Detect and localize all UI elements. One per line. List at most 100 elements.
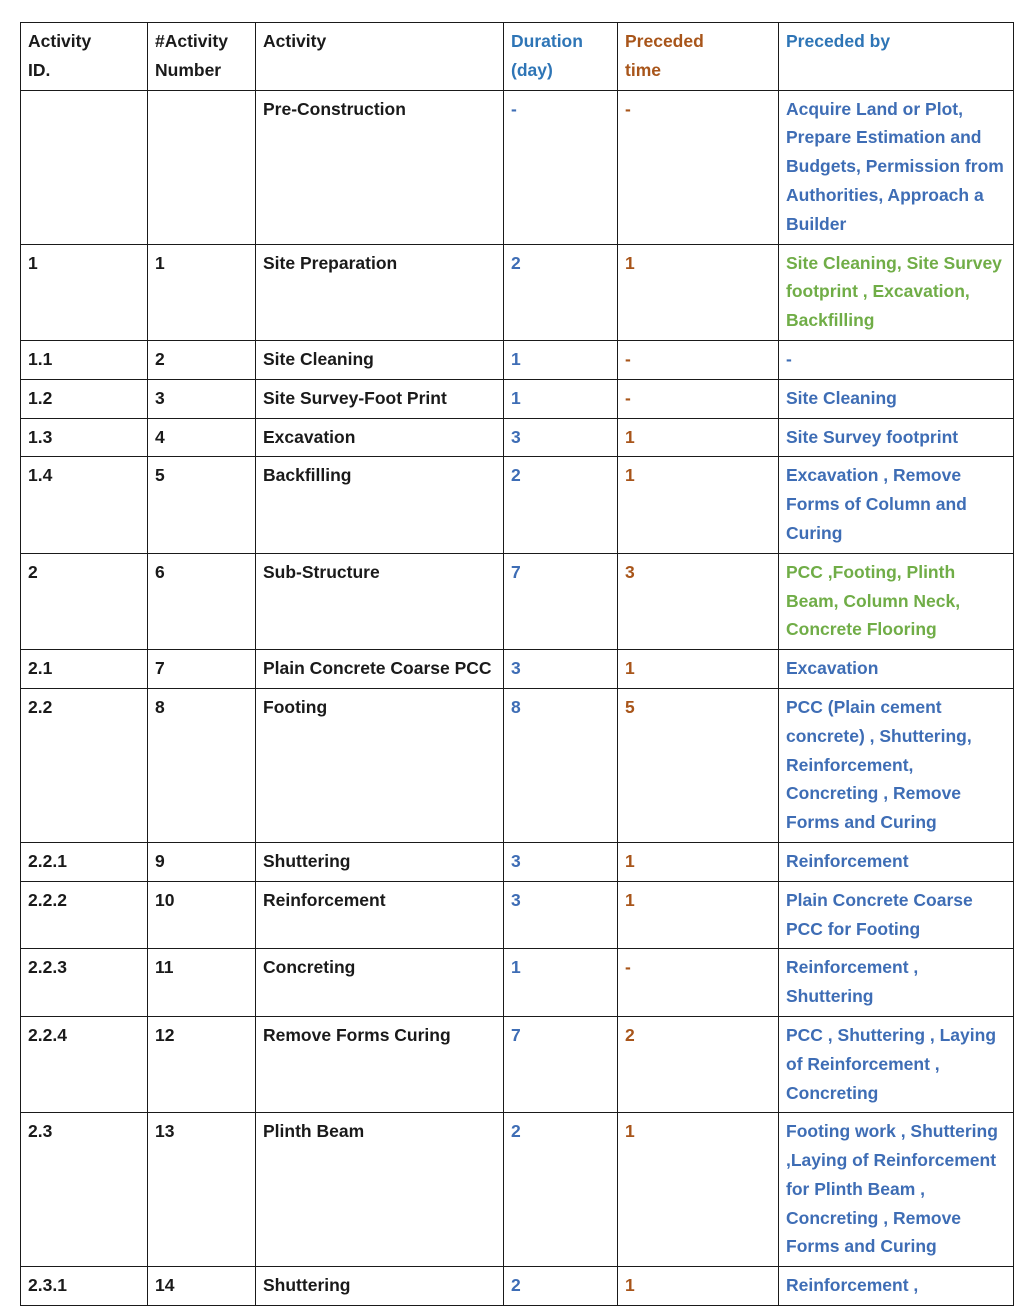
column-header-activity-id-line2: ID. — [28, 59, 51, 80]
cell-preceded-by: Plain Concrete Coarse PCC for Footing — [778, 880, 1014, 950]
column-header-duration: Duration (day) — [503, 22, 618, 91]
table-row: 1.4 5 Backfilling 2 1 Excavation , Remove For… — [20, 456, 1014, 554]
cell-activity: Pre-Construction — [255, 89, 504, 245]
cell-activity: Shuttering — [255, 841, 504, 882]
cell-activity-number: 9 — [147, 841, 256, 882]
cell-duration: 8 — [503, 687, 618, 843]
cell-duration: 3 — [503, 417, 618, 458]
cell-preceded-time: 2 — [617, 1015, 779, 1114]
cell-preceded-by: Site Survey footprint — [778, 417, 1014, 458]
cell-activity: Shuttering — [255, 1266, 504, 1307]
cell-activity-number: 11 — [147, 948, 256, 1017]
cell-activity-id: 2 — [20, 552, 148, 651]
cell-preceded-time: 1 — [617, 880, 779, 950]
cell-preceded-by: PCC , Shuttering , Laying of Reinforceme… — [778, 1015, 1014, 1114]
table-row: 2.3.1 14 Shuttering 2 1 Reinforcement , — [20, 1266, 1014, 1307]
cell-activity-number: 6 — [147, 552, 256, 651]
column-header-activity-number: #Activity Number — [147, 22, 256, 91]
table-row: 1 1 Site Preparation 2 1 Site Cleaning, Site … — [20, 243, 1014, 341]
table-row: 2.2.2 10 Reinforcement 3 1 Plain Concrete Coa… — [20, 880, 1014, 950]
cell-activity-number — [147, 89, 256, 245]
cell-activity-id: 2.2.1 — [20, 841, 148, 882]
cell-preceded-by: Footing work , Shuttering ,Laying of Rei… — [778, 1112, 1014, 1268]
table-row: 2.3 13 Plinth Beam 2 1 Footing work , Shutter… — [20, 1112, 1014, 1268]
cell-preceded-time: - — [617, 948, 779, 1017]
cell-preceded-by: Site Cleaning — [778, 378, 1014, 419]
cell-activity-number: 8 — [147, 687, 256, 843]
cell-activity: Footing — [255, 687, 504, 843]
cell-duration: 3 — [503, 649, 618, 689]
cell-duration: 2 — [503, 456, 618, 554]
cell-activity-id: 1.3 — [20, 417, 148, 458]
cell-preceded-time: 1 — [617, 1112, 779, 1268]
cell-preceded-time: - — [617, 89, 779, 245]
cell-activity-number: 1 — [147, 243, 256, 341]
cell-duration: 1 — [503, 339, 618, 380]
cell-activity-number: 3 — [147, 378, 256, 419]
column-header-activity-id: Activity ID. — [20, 22, 148, 91]
cell-activity-id: 2.2 — [20, 687, 148, 843]
cell-activity-id: 2.2.3 — [20, 948, 148, 1017]
cell-activity-id: 2.1 — [20, 649, 148, 689]
cell-duration: - — [503, 89, 618, 245]
cell-preceded-time: 5 — [617, 687, 779, 843]
cell-activity-id: 2.2.2 — [20, 880, 148, 950]
cell-preceded-by: Excavation — [778, 649, 1014, 689]
cell-duration: 7 — [503, 1015, 618, 1114]
cell-duration: 3 — [503, 841, 618, 882]
cell-activity-id — [20, 89, 148, 245]
cell-activity-id: 1.2 — [20, 378, 148, 419]
table-body: Pre-Construction - - Acquire Land or Plot, … — [20, 89, 1014, 1307]
cell-activity-number: 14 — [147, 1266, 256, 1307]
cell-preceded-by: Reinforcement , Shuttering — [778, 948, 1014, 1017]
column-header-preceded-time-line1: Preceded — [625, 31, 704, 51]
cell-preceded-time: 3 — [617, 552, 779, 651]
column-header-activity-number-line2: Number — [155, 59, 222, 80]
column-header-activity-number-line1: #Activity — [155, 31, 228, 51]
cell-activity: Site Preparation — [255, 243, 504, 341]
cell-activity-id: 1 — [20, 243, 148, 341]
cell-preceded-time: - — [617, 339, 779, 380]
cell-preceded-time: 1 — [617, 1266, 779, 1307]
cell-preceded-by: PCC (Plain cement concrete) , Shuttering… — [778, 687, 1014, 843]
column-header-preceded-time-line2: time — [625, 59, 661, 80]
table-row: 2.2 8 Footing 8 5 PCC (Plain cement concrete)… — [20, 687, 1014, 843]
cell-preceded-by: Site Cleaning, Site Survey footprint , E… — [778, 243, 1014, 341]
cell-activity-id: 2.3.1 — [20, 1266, 148, 1307]
table-row: 1.2 3 Site Survey-Foot Print 1- Site Cleanin… — [20, 378, 1014, 419]
cell-preceded-by: Reinforcement , — [778, 1266, 1014, 1307]
cell-duration: 7 — [503, 552, 618, 651]
cell-activity: Site Cleaning — [255, 339, 504, 380]
table-row: Pre-Construction - - Acquire Land or Plot, … — [20, 89, 1014, 245]
table-row: 2.2.3 11 Concreting 1- Reinforcement , Shutt… — [20, 948, 1014, 1017]
cell-activity: Sub-Structure — [255, 552, 504, 651]
table-row: 2.2.1 9 Shuttering 3 1 Reinforcement — [20, 841, 1014, 882]
column-header-preceded-by: Preceded by — [778, 22, 1014, 91]
cell-duration: 2 — [503, 1112, 618, 1268]
column-header-activity: Activity — [255, 22, 504, 91]
cell-activity-id: 2.2.4 — [20, 1015, 148, 1114]
cell-activity-id: 1.1 — [20, 339, 148, 380]
column-header-activity-id-line1: Activity — [28, 31, 92, 51]
column-header-preceded-time: Preceded time — [617, 22, 779, 91]
cell-activity-number: 10 — [147, 880, 256, 950]
cell-preceded-by: Excavation , Remove Forms of Column and … — [778, 456, 1014, 554]
cell-duration: 3 — [503, 880, 618, 950]
cell-preceded-time: 1 — [617, 243, 779, 341]
cell-preceded-time: 1 — [617, 417, 779, 458]
cell-activity-number: 12 — [147, 1015, 256, 1114]
cell-preceded-time: 1 — [617, 456, 779, 554]
table-row: 2.1 7 Plain Concrete Coarse PCC 3 1 Excavatio… — [20, 649, 1014, 689]
cell-activity: Excavation — [255, 417, 504, 458]
cell-activity-id: 2.3 — [20, 1112, 148, 1268]
cell-activity-id: 1.4 — [20, 456, 148, 554]
cell-activity: Site Survey-Foot Print — [255, 378, 504, 419]
table-row: 1.3 4 Excavation 3 1 Site Survey footprint — [20, 417, 1014, 458]
cell-preceded-by: Acquire Land or Plot, Prepare Estimation… — [778, 89, 1014, 245]
cell-activity: Reinforcement — [255, 880, 504, 950]
cell-activity-number: 7 — [147, 649, 256, 689]
cell-preceded-by: - — [778, 339, 1014, 380]
cell-duration: 1 — [503, 378, 618, 419]
table-header: Activity ID. #Activity Number Activity D… — [20, 22, 1014, 91]
cell-activity: Concreting — [255, 948, 504, 1017]
